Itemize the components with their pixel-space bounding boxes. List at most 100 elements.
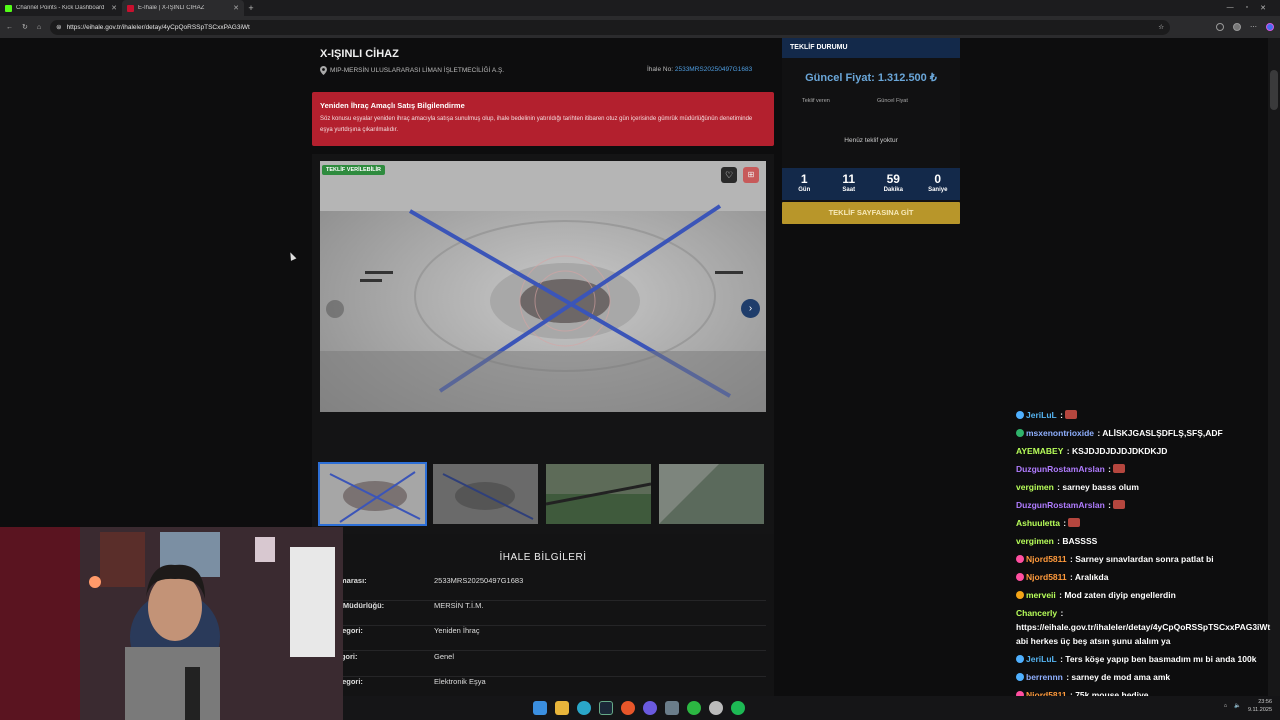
page-title: X-IŞINLI CİHAZ bbox=[320, 48, 399, 60]
start-menu-icon[interactable] bbox=[533, 701, 547, 715]
chat-message: vergimen : sarney basss olum bbox=[1016, 478, 1278, 496]
url-text: https://eihale.gov.tr/ihaleler/detay/4yC… bbox=[66, 23, 250, 31]
info-row: me Müdürlüğü: MERSİN T.İ.M. bbox=[330, 601, 766, 626]
chat-badge-icon bbox=[1016, 573, 1024, 581]
thumbnail-3[interactable] bbox=[546, 464, 651, 524]
chat-username[interactable]: JeriLuL bbox=[1026, 410, 1057, 420]
close-tab-icon[interactable]: ✕ bbox=[111, 4, 117, 12]
whatsapp-icon[interactable] bbox=[687, 701, 701, 715]
next-image-button[interactable]: › bbox=[741, 299, 760, 318]
webcam-feed bbox=[0, 527, 343, 720]
site-info-icon[interactable]: ⊜ bbox=[56, 23, 61, 31]
back-icon[interactable]: ← bbox=[6, 24, 13, 31]
thumbnail-2[interactable] bbox=[433, 464, 538, 524]
chat-message: DuzgunRostamArslan : bbox=[1016, 496, 1278, 514]
status-badge: TEKLİF VERİLEBİLİR bbox=[322, 165, 385, 175]
chat-username[interactable]: vergimen bbox=[1016, 482, 1054, 492]
chat-username[interactable]: Ashuuletta bbox=[1016, 518, 1060, 528]
countdown-number: 11 bbox=[842, 172, 856, 186]
copilot-icon[interactable] bbox=[1266, 23, 1274, 31]
main-product-image[interactable] bbox=[320, 161, 766, 412]
volume-icon[interactable]: 🔈 bbox=[1234, 703, 1241, 709]
mouse-cursor-icon bbox=[287, 251, 297, 261]
countdown-number: 0 bbox=[934, 172, 942, 186]
obs-icon[interactable] bbox=[643, 701, 657, 715]
favorite-heart-icon[interactable]: ♡ bbox=[721, 167, 737, 183]
chat-username[interactable]: merveii bbox=[1026, 590, 1056, 600]
firefox-icon[interactable] bbox=[621, 701, 635, 715]
chat-username[interactable]: JeriLuL bbox=[1026, 654, 1057, 664]
tab-kick-dashboard[interactable]: Channel Points - Kick Dashboard ✕ bbox=[0, 0, 122, 16]
stream-chat-overlay: JeriLuL : msxenontrioxide : ALİSKJGASLŞD… bbox=[1016, 406, 1278, 704]
chat-message: AYEMABEY : KSJDJDJDJDJDKDKJD bbox=[1016, 442, 1278, 460]
scrollbar-thumb[interactable] bbox=[1270, 70, 1278, 110]
tab-title: Channel Points - Kick Dashboard bbox=[16, 5, 105, 11]
clock[interactable]: 23:56 9.11.2025 bbox=[1248, 698, 1272, 714]
chat-username[interactable]: msxenontrioxide bbox=[1026, 428, 1094, 438]
thumbnail-4[interactable] bbox=[659, 464, 764, 524]
info-value: Yeniden İhraç bbox=[434, 626, 480, 635]
chat-message: JeriLuL : bbox=[1016, 406, 1278, 424]
menu-icon[interactable]: ⋯ bbox=[1250, 23, 1257, 31]
alert-title: Yeniden İhraç Amaçlı Satış Bilgilendirme bbox=[320, 101, 465, 110]
profile-icon[interactable] bbox=[1233, 23, 1241, 31]
chat-message: Njord5811 : Sarney sınavlardan sonra pat… bbox=[1016, 550, 1278, 568]
webcam-image bbox=[0, 527, 343, 720]
share-icon[interactable]: ⊞ bbox=[743, 167, 759, 183]
extensions-icon[interactable] bbox=[1216, 23, 1224, 31]
windows-taskbar: ⌂ 🔈 23:56 9.11.2025 bbox=[343, 696, 1280, 720]
current-price: Güncel Fiyat: 1.312.500 ₺ bbox=[805, 72, 937, 84]
xray-device-photo bbox=[320, 161, 766, 412]
bookmark-star-icon[interactable]: ☆ bbox=[1158, 23, 1164, 31]
chat-message: Chancerly : https://eihale.gov.tr/ihalel… bbox=[1016, 604, 1278, 650]
chat-badge-icon bbox=[1016, 411, 1024, 419]
close-tab-icon[interactable]: ✕ bbox=[233, 4, 239, 12]
prev-image-button[interactable] bbox=[326, 300, 344, 318]
url-bar[interactable]: ⊜ https://eihale.gov.tr/ihaleler/detay/4… bbox=[50, 19, 1171, 35]
edge-browser-icon[interactable] bbox=[577, 701, 591, 715]
info-value: Genel bbox=[434, 652, 455, 661]
file-explorer-icon[interactable] bbox=[555, 701, 569, 715]
chat-username[interactable]: vergimen bbox=[1016, 536, 1054, 546]
info-heading: İHALE BİLGİLERİ bbox=[499, 552, 587, 563]
steam-icon[interactable] bbox=[599, 701, 613, 715]
app-icon[interactable] bbox=[709, 701, 723, 715]
spotify-icon[interactable] bbox=[731, 701, 745, 715]
maximize-icon[interactable]: ▫ bbox=[1246, 4, 1248, 12]
chat-username[interactable]: Chancerly bbox=[1016, 608, 1057, 618]
window-controls: — ▫ ✕ bbox=[1227, 4, 1280, 12]
chat-username[interactable]: AYEMABEY bbox=[1016, 446, 1063, 456]
chat-username[interactable]: DuzgunRostamArslan bbox=[1016, 464, 1105, 474]
chat-username[interactable]: berrennn bbox=[1026, 672, 1063, 682]
tab-title: E-İhale | X-IŞINLI CİHAZ bbox=[138, 5, 205, 11]
xbox-icon[interactable] bbox=[665, 701, 679, 715]
thumbnail-1[interactable] bbox=[318, 462, 427, 526]
reload-icon[interactable]: ↻ bbox=[22, 23, 28, 31]
go-to-offer-button[interactable]: TEKLİF SAYFASINA GİT bbox=[782, 202, 960, 224]
chat-username[interactable]: Njord5811 bbox=[1026, 554, 1067, 564]
chat-username[interactable]: DuzgunRostamArslan bbox=[1016, 500, 1105, 510]
chat-username[interactable]: Njord5811 bbox=[1026, 572, 1067, 582]
close-window-icon[interactable]: ✕ bbox=[1260, 4, 1266, 12]
chat-text: Aralıkda bbox=[1074, 572, 1109, 582]
re-export-alert: Yeniden İhraç Amaçlı Satış Bilgilendirme… bbox=[312, 92, 774, 146]
info-value: Elektronik Eşya bbox=[434, 677, 486, 686]
countdown-number: 59 bbox=[886, 172, 900, 186]
network-icon[interactable]: ⌂ bbox=[1224, 703, 1227, 709]
home-icon[interactable]: ⌂ bbox=[37, 24, 41, 31]
no-offers-text: Henüz teklif yoktur bbox=[844, 137, 898, 144]
chat-message: merveii : Mod zaten diyip engellerdin bbox=[1016, 586, 1278, 604]
chat-text: Ters köşe yapıp ben basmadım mı bi anda … bbox=[1065, 654, 1257, 664]
minimize-icon[interactable]: — bbox=[1227, 4, 1234, 12]
offer-panel-heading: TEKLİF DURUMU bbox=[782, 38, 960, 58]
countdown-unit: Dakika bbox=[883, 187, 903, 193]
chat-badge-icon bbox=[1016, 555, 1024, 563]
chat-separator: : bbox=[1058, 608, 1064, 618]
tab-eihale[interactable]: E-İhale | X-IŞINLI CİHAZ ✕ bbox=[122, 0, 244, 16]
chat-message: DuzgunRostamArslan : bbox=[1016, 460, 1278, 478]
clock-time: 23:56 bbox=[1258, 699, 1272, 705]
clock-date: 9.11.2025 bbox=[1247, 707, 1272, 713]
new-tab-button[interactable]: + bbox=[244, 3, 258, 13]
bidder-column-label: Teklif veren bbox=[802, 98, 830, 104]
chat-separator: : bbox=[1057, 410, 1066, 420]
